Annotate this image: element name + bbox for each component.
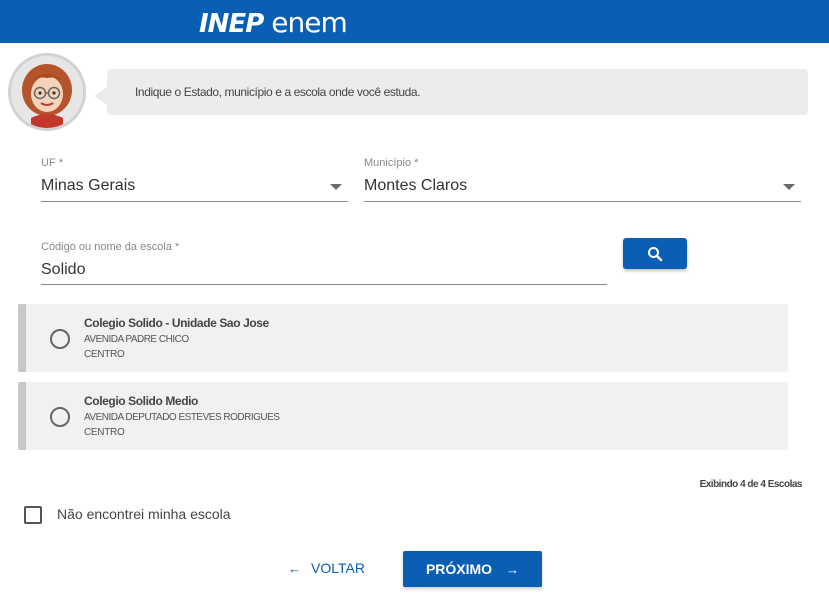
school-name: Colegio Solido - Unidade Sao Jose <box>84 316 269 330</box>
school-search-underline <box>41 284 607 285</box>
logo-inep: INEP <box>199 9 264 39</box>
school-search-field[interactable]: Código ou nome da escola * Solido <box>41 237 607 287</box>
school-address: AVENIDA PADRE CHICO <box>84 334 189 345</box>
speech-bubble: Indique o Estado, município e a escola o… <box>107 69 808 115</box>
uf-label: UF * <box>41 157 63 169</box>
municipio-select[interactable]: Município * Montes Claros <box>364 153 801 203</box>
inep-enem-logo: INEP enem <box>199 6 348 39</box>
back-button-label: VOLTAR <box>311 560 365 576</box>
speech-bubble-tail <box>94 86 108 106</box>
back-button[interactable]: ← VOLTAR <box>288 556 365 580</box>
avatar-illustration-icon <box>11 56 83 128</box>
school-name: Colegio Solido Medio <box>84 394 198 408</box>
uf-select[interactable]: UF * Minas Gerais <box>41 153 348 203</box>
results-count: Exibindo 4 de 4 Escolas <box>699 479 803 490</box>
uf-value: Minas Gerais <box>41 177 136 194</box>
not-found-checkbox[interactable] <box>24 506 42 524</box>
chevron-down-icon <box>783 184 795 190</box>
municipio-underline <box>364 201 801 202</box>
chevron-down-icon <box>330 184 342 190</box>
school-address: AVENIDA DEPUTADO ESTEVES RODRIGUES <box>84 412 280 423</box>
next-button[interactable]: PRÓXIMO → <box>403 551 542 587</box>
school-neighborhood: CENTRO <box>84 349 125 360</box>
school-neighborhood: CENTRO <box>84 427 125 438</box>
school-search-label: Código ou nome da escola * <box>41 241 180 253</box>
school-search-input[interactable]: Solido <box>41 261 85 279</box>
municipio-label: Município * <box>364 157 419 169</box>
school-result-item[interactable]: Colegio Solido - Unidade Sao Jose AVENID… <box>18 304 788 372</box>
arrow-right-icon: → <box>506 561 520 577</box>
search-button[interactable] <box>623 238 687 269</box>
uf-underline <box>41 201 348 202</box>
municipio-value: Montes Claros <box>364 177 468 194</box>
assistant-message: Indique o Estado, município e a escola o… <box>135 85 421 99</box>
top-bar: INEP enem <box>0 0 829 43</box>
radio-button[interactable] <box>50 329 70 349</box>
arrow-left-icon: ← <box>288 560 301 576</box>
school-result-item[interactable]: Colegio Solido Medio AVENIDA DEPUTADO ES… <box>18 382 788 450</box>
search-icon <box>648 246 663 261</box>
not-found-label[interactable]: Não encontrei minha escola <box>57 506 231 522</box>
logo-enem: enem <box>271 6 347 39</box>
radio-button[interactable] <box>50 407 70 427</box>
next-button-label: PRÓXIMO <box>425 561 493 577</box>
assistant-avatar <box>8 53 86 131</box>
